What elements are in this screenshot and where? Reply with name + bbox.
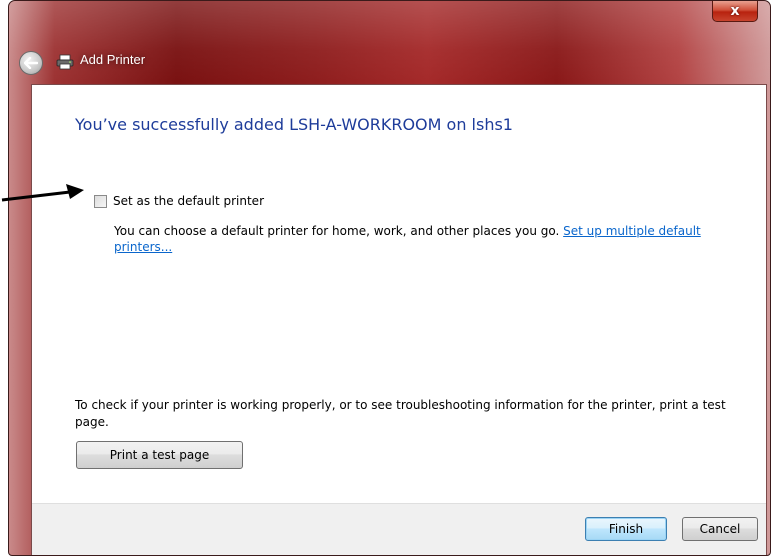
default-printer-label[interactable]: Set as the default printer: [113, 194, 264, 208]
wizard-content: You’ve successfully added LSH-A-WORKROOM…: [31, 84, 767, 555]
window-title: Add Printer: [80, 52, 146, 67]
troubleshoot-text: To check if your printer is working prop…: [75, 398, 726, 429]
print-test-page-button[interactable]: Print a test page: [76, 441, 243, 469]
arrow-annotation-icon: [1, 184, 84, 202]
back-arrow-icon: [24, 57, 38, 69]
finish-button[interactable]: Finish: [585, 517, 667, 541]
default-printer-checkbox[interactable]: [94, 195, 107, 208]
printer-icon: [56, 54, 74, 70]
default-printer-description: You can choose a default printer for hom…: [114, 223, 714, 255]
description-text: You can choose a default printer for hom…: [114, 224, 564, 238]
add-printer-window: x Add Printer You’ve successfully added …: [8, 0, 771, 556]
cancel-button[interactable]: Cancel: [682, 517, 758, 541]
close-icon: x: [730, 3, 740, 19]
back-button[interactable]: [19, 51, 43, 75]
page-heading: You’ve successfully added LSH-A-WORKROOM…: [75, 115, 513, 134]
close-button[interactable]: x: [712, 1, 758, 22]
